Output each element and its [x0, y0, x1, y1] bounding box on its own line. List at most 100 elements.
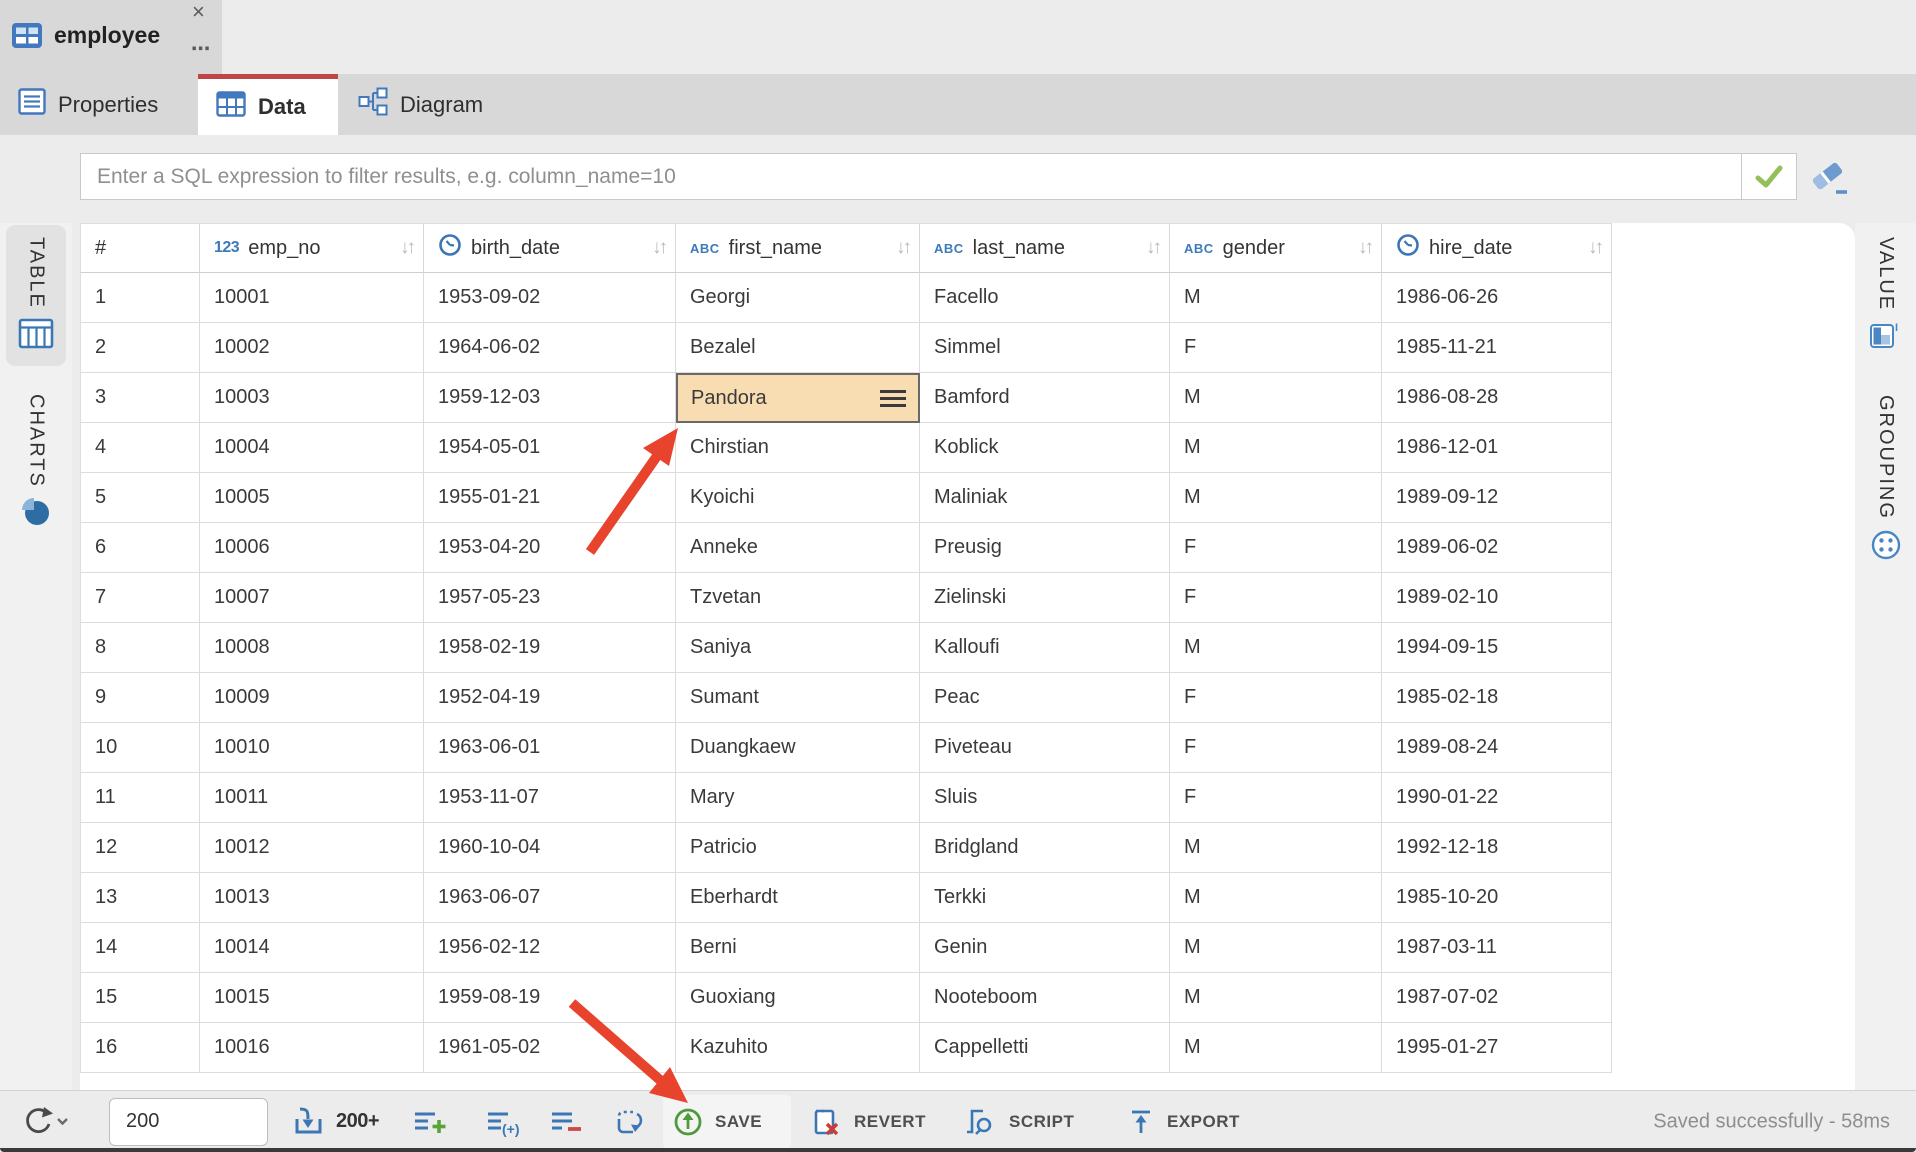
sort-icon[interactable]: ↓↑ — [1358, 237, 1371, 259]
row-number-cell[interactable]: 4 — [80, 423, 200, 473]
sort-icon[interactable]: ↓↑ — [1146, 237, 1159, 259]
row-number-cell[interactable]: 10 — [80, 723, 200, 773]
data-cell[interactable]: 1960-10-04 — [424, 823, 676, 873]
data-cell[interactable]: M — [1170, 623, 1382, 673]
data-cell[interactable]: Eberhardt — [676, 873, 920, 923]
data-cell[interactable]: F — [1170, 673, 1382, 723]
data-cell[interactable]: 10001 — [200, 273, 424, 323]
row-number-cell[interactable]: 14 — [80, 923, 200, 973]
data-cell[interactable]: 10009 — [200, 673, 424, 723]
row-number-cell[interactable]: 15 — [80, 973, 200, 1023]
data-cell[interactable]: Simmel — [920, 323, 1170, 373]
rail-tab-grouping[interactable]: GROUPING — [1856, 383, 1916, 578]
rail-tab-value[interactable]: VALUE I — [1856, 225, 1916, 367]
data-cell[interactable]: 10016 — [200, 1023, 424, 1073]
data-cell[interactable]: 1985-11-21 — [1382, 323, 1612, 373]
data-cell[interactable]: Sluis — [920, 773, 1170, 823]
data-cell[interactable]: Georgi — [676, 273, 920, 323]
data-cell[interactable]: Kazuhito — [676, 1023, 920, 1073]
data-cell[interactable]: Anneke — [676, 523, 920, 573]
sql-filter-input[interactable] — [81, 154, 1741, 199]
row-number-cell[interactable]: 9 — [80, 673, 200, 723]
data-cell[interactable]: M — [1170, 823, 1382, 873]
data-cell[interactable]: M — [1170, 923, 1382, 973]
sort-icon[interactable]: ↓↑ — [896, 237, 909, 259]
column-header-emp-no[interactable]: 123 emp_no ↓↑ — [200, 223, 424, 273]
data-cell[interactable]: Guoxiang — [676, 973, 920, 1023]
sort-icon[interactable]: ↓↑ — [400, 237, 413, 259]
data-cell[interactable]: Bezalel — [676, 323, 920, 373]
data-cell[interactable]: Maliniak — [920, 473, 1170, 523]
row-number-cell[interactable]: 5 — [80, 473, 200, 523]
row-number-cell[interactable]: 2 — [80, 323, 200, 373]
cell-edit-menu-icon[interactable] — [880, 390, 906, 407]
column-header-first-name[interactable]: ABC first_name ↓↑ — [676, 223, 920, 273]
column-header-last-name[interactable]: ABC last_name ↓↑ — [920, 223, 1170, 273]
editor-tab-employee[interactable]: employee × ⋯ — [0, 0, 222, 74]
column-header-gender[interactable]: ABC gender ↓↑ — [1170, 223, 1382, 273]
data-cell[interactable]: 1955-01-21 — [424, 473, 676, 523]
data-cell[interactable]: 1987-03-11 — [1382, 923, 1612, 973]
data-cell[interactable]: 10003 — [200, 373, 424, 423]
data-cell[interactable]: Saniya — [676, 623, 920, 673]
data-cell[interactable]: 1954-05-01 — [424, 423, 676, 473]
data-cell[interactable]: Chirstian — [676, 423, 920, 473]
data-cell[interactable]: 1986-06-26 — [1382, 273, 1612, 323]
add-multiple-rows-button[interactable]: (+) — [485, 1106, 523, 1138]
data-cell[interactable]: Bamford — [920, 373, 1170, 423]
data-cell[interactable]: 10015 — [200, 973, 424, 1023]
row-number-cell[interactable]: 3 — [80, 373, 200, 423]
row-number-cell[interactable]: 6 — [80, 523, 200, 573]
data-cell[interactable]: 1994-09-15 — [1382, 623, 1612, 673]
apply-filter-button[interactable] — [1741, 154, 1796, 199]
data-cell[interactable]: 1956-02-12 — [424, 923, 676, 973]
data-cell[interactable]: F — [1170, 523, 1382, 573]
data-cell[interactable]: 1985-02-18 — [1382, 673, 1612, 723]
data-cell[interactable]: 1961-05-02 — [424, 1023, 676, 1073]
data-cell[interactable]: Sumant — [676, 673, 920, 723]
refresh-button[interactable] — [20, 1105, 74, 1139]
data-cell[interactable]: 10005 — [200, 473, 424, 523]
data-cell[interactable]: 1995-01-27 — [1382, 1023, 1612, 1073]
close-icon[interactable]: × — [192, 1, 205, 23]
rail-tab-table[interactable]: TABLE — [6, 225, 66, 366]
data-cell[interactable]: 1990-01-22 — [1382, 773, 1612, 823]
data-cell[interactable]: Mary — [676, 773, 920, 823]
clear-filter-eraser-icon[interactable] — [1806, 157, 1850, 197]
delete-row-button[interactable] — [549, 1106, 585, 1138]
data-cell[interactable]: 1985-10-20 — [1382, 873, 1612, 923]
data-cell[interactable]: Kalloufi — [920, 623, 1170, 673]
data-cell[interactable]: Patricio — [676, 823, 920, 873]
data-cell[interactable]: 1963-06-07 — [424, 873, 676, 923]
add-row-button[interactable] — [412, 1106, 448, 1138]
data-cell[interactable]: Peac — [920, 673, 1170, 723]
data-cell[interactable]: M — [1170, 973, 1382, 1023]
data-cell[interactable]: F — [1170, 723, 1382, 773]
data-cell[interactable]: 1952-04-19 — [424, 673, 676, 723]
row-number-cell[interactable]: 16 — [80, 1023, 200, 1073]
row-number-cell[interactable]: 7 — [80, 573, 200, 623]
fetch-more-button[interactable]: 200+ — [292, 1106, 379, 1138]
sort-icon[interactable]: ↓↑ — [652, 237, 665, 259]
data-cell[interactable]: Berni — [676, 923, 920, 973]
data-cell[interactable]: Zielinski — [920, 573, 1170, 623]
sort-icon[interactable]: ↓↑ — [1588, 237, 1601, 259]
data-cell[interactable]: 1963-06-01 — [424, 723, 676, 773]
data-cell[interactable]: M — [1170, 473, 1382, 523]
data-cell[interactable]: 1959-08-19 — [424, 973, 676, 1023]
revert-button[interactable]: REVERT — [810, 1105, 926, 1139]
data-cell[interactable]: 1959-12-03 — [424, 373, 676, 423]
row-number-cell[interactable]: 13 — [80, 873, 200, 923]
data-cell[interactable]: 1986-12-01 — [1382, 423, 1612, 473]
data-cell[interactable]: 10013 — [200, 873, 424, 923]
data-cell[interactable]: 10006 — [200, 523, 424, 573]
data-cell[interactable]: 1953-04-20 — [424, 523, 676, 573]
fetch-size-input[interactable] — [110, 1110, 267, 1133]
duplicate-row-button[interactable] — [613, 1106, 649, 1138]
data-cell[interactable]: Nooteboom — [920, 973, 1170, 1023]
data-cell[interactable]: 10011 — [200, 773, 424, 823]
data-cell[interactable]: F — [1170, 773, 1382, 823]
data-cell[interactable]: Koblick — [920, 423, 1170, 473]
data-cell[interactable]: 10004 — [200, 423, 424, 473]
data-cell[interactable]: 1964-06-02 — [424, 323, 676, 373]
